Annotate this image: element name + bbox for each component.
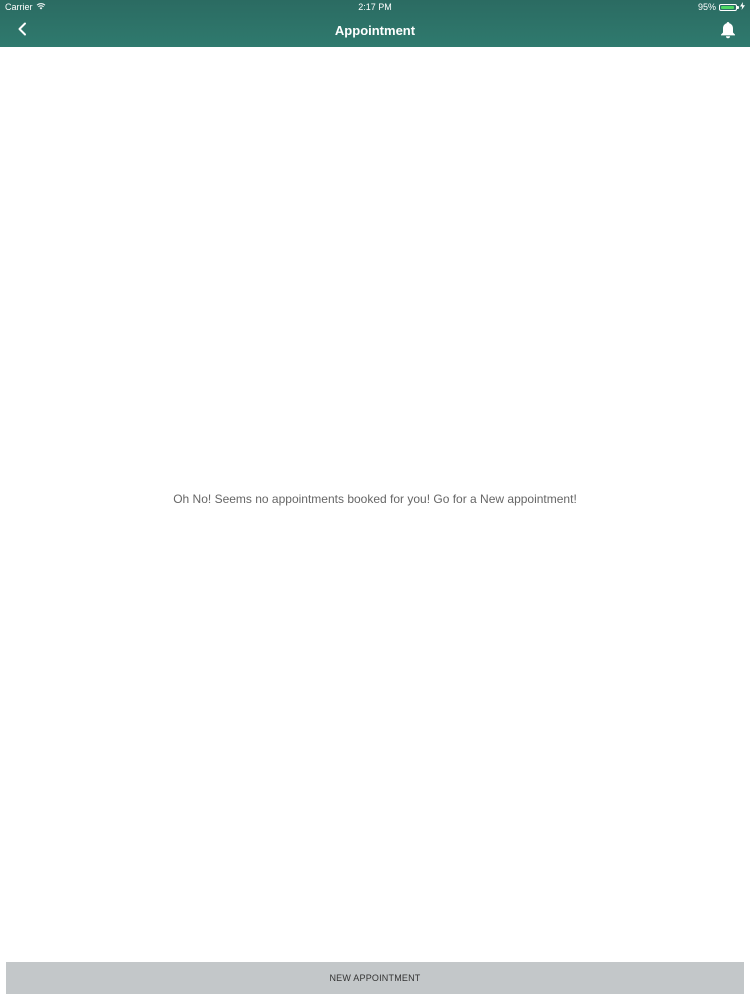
navigation-bar: Appointment xyxy=(0,15,750,47)
empty-state-message: Oh No! Seems no appointments booked for … xyxy=(173,492,577,506)
battery-group: 95% xyxy=(698,2,745,12)
appointment-screen: Carrier 2:17 PM 95% Appointment Oh No! S… xyxy=(0,0,750,1000)
notifications-button[interactable] xyxy=(718,21,738,43)
bell-icon xyxy=(720,21,736,44)
battery-icon xyxy=(719,3,739,11)
status-time: 2:17 PM xyxy=(358,2,392,12)
battery-percent: 95% xyxy=(697,2,716,12)
charging-bolt-icon xyxy=(740,2,745,12)
new-appointment-button[interactable]: NEW APPOINTMENT xyxy=(6,962,744,994)
status-bar: Carrier 2:17 PM 95% xyxy=(0,0,750,15)
header-bar: Carrier 2:17 PM 95% Appointment xyxy=(0,0,750,47)
battery-cap xyxy=(737,5,739,9)
page-title: Appointment xyxy=(334,23,416,38)
battery-fill xyxy=(721,5,734,9)
